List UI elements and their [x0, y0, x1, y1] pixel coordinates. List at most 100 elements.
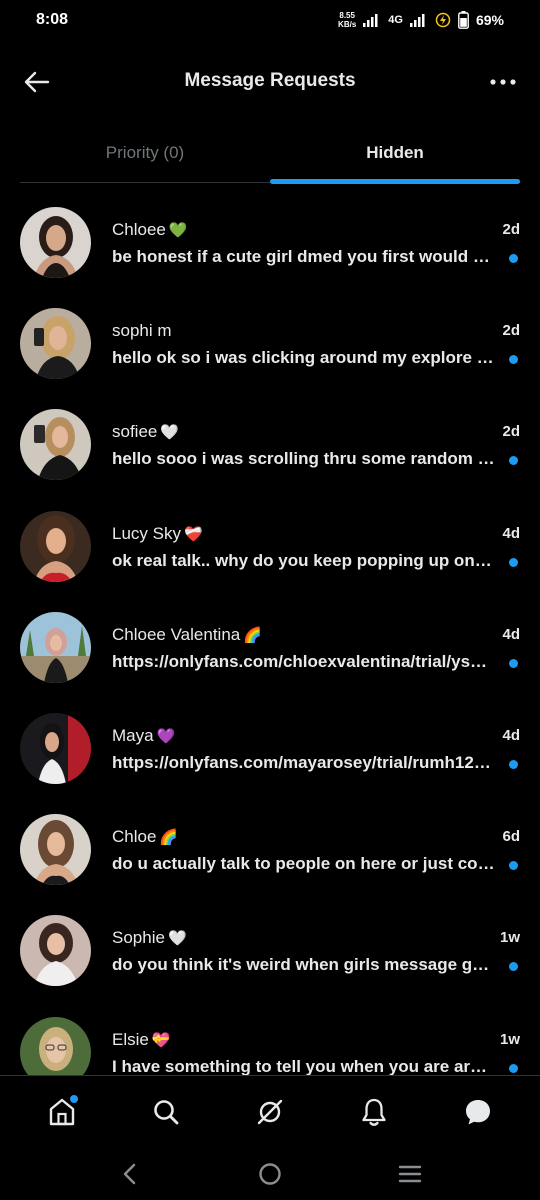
conversation-list: Chloee 💚 2d be honest if a cute girl dmed…	[0, 193, 540, 1075]
unread-indicator	[509, 1063, 518, 1073]
unread-indicator	[509, 759, 518, 769]
battery-icon	[458, 11, 469, 29]
system-navigation-bar	[0, 1147, 540, 1200]
system-home-button[interactable]	[245, 1154, 295, 1194]
network-speed-value: 8.55	[339, 11, 355, 20]
system-recents-button[interactable]	[385, 1154, 435, 1194]
tab-hidden[interactable]: Hidden	[270, 128, 520, 184]
search-icon	[154, 1099, 179, 1124]
message-preview: https://onlyfans.com/chloexvalentina/tri…	[112, 651, 496, 671]
unread-indicator	[509, 355, 518, 365]
sender-name: Elsie 💝	[112, 1029, 171, 1049]
message-time: 2d	[502, 322, 520, 340]
avatar	[20, 611, 91, 683]
sender-name: Sophie 🤍	[112, 928, 187, 948]
avatar	[20, 308, 91, 380]
name-emoji: 🌈	[159, 829, 179, 847]
home-notification-dot	[70, 1094, 78, 1103]
grok-icon	[257, 1099, 283, 1124]
sender-name: Chloe 🌈	[112, 827, 179, 847]
conversation-row[interactable]: Lucy Sky ❤️‍🩹 4d ok real talk.. why do yo…	[0, 497, 540, 598]
name-emoji: 🤍	[160, 424, 180, 442]
nav-notifications[interactable]	[344, 1082, 404, 1142]
conversation-row[interactable]: Chloe 🌈 6d do u actually talk to people o…	[0, 800, 540, 901]
bell-icon	[362, 1098, 386, 1126]
message-time: 4d	[502, 524, 520, 542]
unread-indicator	[509, 456, 518, 466]
status-icons: 8.55 KB/s 4G 69%	[338, 11, 504, 29]
sender-name: Chloee Valentina 🌈	[112, 624, 262, 644]
avatar	[20, 915, 91, 987]
tab-hidden-label: Hidden	[366, 143, 424, 162]
unread-indicator	[509, 658, 518, 668]
sender-name: Maya 💜	[112, 725, 176, 745]
message-preview: https://onlyfans.com/mayarosey/trial/rum…	[112, 752, 496, 772]
conversation-row[interactable]: sophi m 2d hello ok so i was clicking ar…	[0, 294, 540, 395]
conversation-row[interactable]: Elsie 💝 1w I have something to tell you w…	[0, 1003, 540, 1075]
status-bar: 8:08 8.55 KB/s 4G 69%	[0, 0, 540, 44]
avatar	[20, 712, 91, 784]
recents-menu-icon	[398, 1165, 422, 1182]
message-requests-screen: 8:08 8.55 KB/s 4G 69% Message Requests P…	[0, 0, 540, 1200]
avatar	[20, 1016, 91, 1075]
message-preview: do u actually talk to people on here or …	[112, 854, 496, 874]
name-emoji: 💜	[156, 727, 176, 745]
avatar	[20, 409, 91, 481]
name-emoji: 🌈	[243, 626, 262, 644]
network-type: 4G	[388, 14, 403, 26]
tab-priority-label: Priority (0)	[105, 143, 185, 162]
sender-name: Lucy Sky ❤️‍🩹	[112, 523, 203, 543]
conversation-row[interactable]: Sophie 🤍 1w do you think it's weird when …	[0, 901, 540, 1002]
avatar	[20, 510, 91, 582]
unread-indicator	[509, 861, 518, 871]
message-time: 2d	[502, 423, 520, 441]
name-emoji: ❤️‍🩹	[183, 525, 203, 543]
message-time: 4d	[502, 625, 520, 643]
nav-grok[interactable]	[240, 1082, 300, 1142]
message-preview: be honest if a cute girl dmed you first …	[112, 247, 496, 266]
back-chevron-icon	[123, 1163, 136, 1184]
tab-priority[interactable]: Priority (0)	[20, 128, 270, 182]
message-preview: ok real talk.. why do you keep popping u…	[112, 550, 496, 570]
message-preview: hello sooo i was scrolling thru some ran…	[112, 449, 496, 469]
sender-name: sophi m	[112, 321, 172, 341]
charging-icon	[435, 12, 451, 28]
status-time: 8:08	[36, 11, 69, 28]
signal-icon-2	[409, 14, 425, 27]
bottom-navigation	[0, 1075, 540, 1147]
nav-search[interactable]	[136, 1082, 196, 1142]
message-preview: hello ok so i was clicking around my exp…	[112, 348, 496, 368]
conversation-row[interactable]: Maya 💜 4d https://onlyfans.com/mayarosey/…	[0, 699, 540, 800]
network-speed: 8.55 KB/s	[338, 11, 356, 29]
system-back-button[interactable]	[105, 1154, 155, 1194]
more-horizontal-icon	[490, 79, 516, 85]
unread-indicator	[509, 962, 518, 972]
messages-icon	[466, 1099, 490, 1124]
tab-active-indicator	[270, 179, 520, 184]
signal-icon	[363, 14, 378, 27]
message-time: 4d	[502, 726, 520, 744]
avatar	[20, 207, 91, 278]
message-time: 2d	[502, 221, 520, 238]
conversation-row[interactable]: Chloee 💚 2d be honest if a cute girl dmed…	[0, 193, 540, 294]
name-emoji: 💚	[168, 222, 188, 239]
conversation-row[interactable]: Chloee Valentina 🌈 4d https://onlyfans.co…	[0, 598, 540, 699]
header: Message Requests	[0, 56, 540, 108]
page-title: Message Requests	[184, 70, 356, 91]
nav-home[interactable]	[32, 1082, 92, 1142]
unread-indicator	[509, 254, 518, 263]
conversation-row[interactable]: sofiee 🤍 2d hello sooo i was scrolling th…	[0, 395, 540, 496]
avatar	[20, 814, 91, 886]
message-time: 1w	[499, 1030, 520, 1048]
nav-messages[interactable]	[448, 1082, 508, 1142]
unread-indicator	[509, 557, 518, 567]
message-time: 1w	[499, 929, 520, 947]
tab-bar: Priority (0) Hidden	[20, 128, 520, 184]
message-time: 6d	[502, 828, 520, 846]
battery-percent: 69%	[475, 12, 504, 28]
message-preview: do you think it's weird when girls messa…	[112, 955, 496, 975]
sender-name: sofiee 🤍	[112, 422, 180, 442]
more-options-button[interactable]	[486, 66, 520, 98]
name-emoji: 🤍	[167, 930, 187, 948]
network-speed-unit: KB/s	[338, 20, 357, 29]
